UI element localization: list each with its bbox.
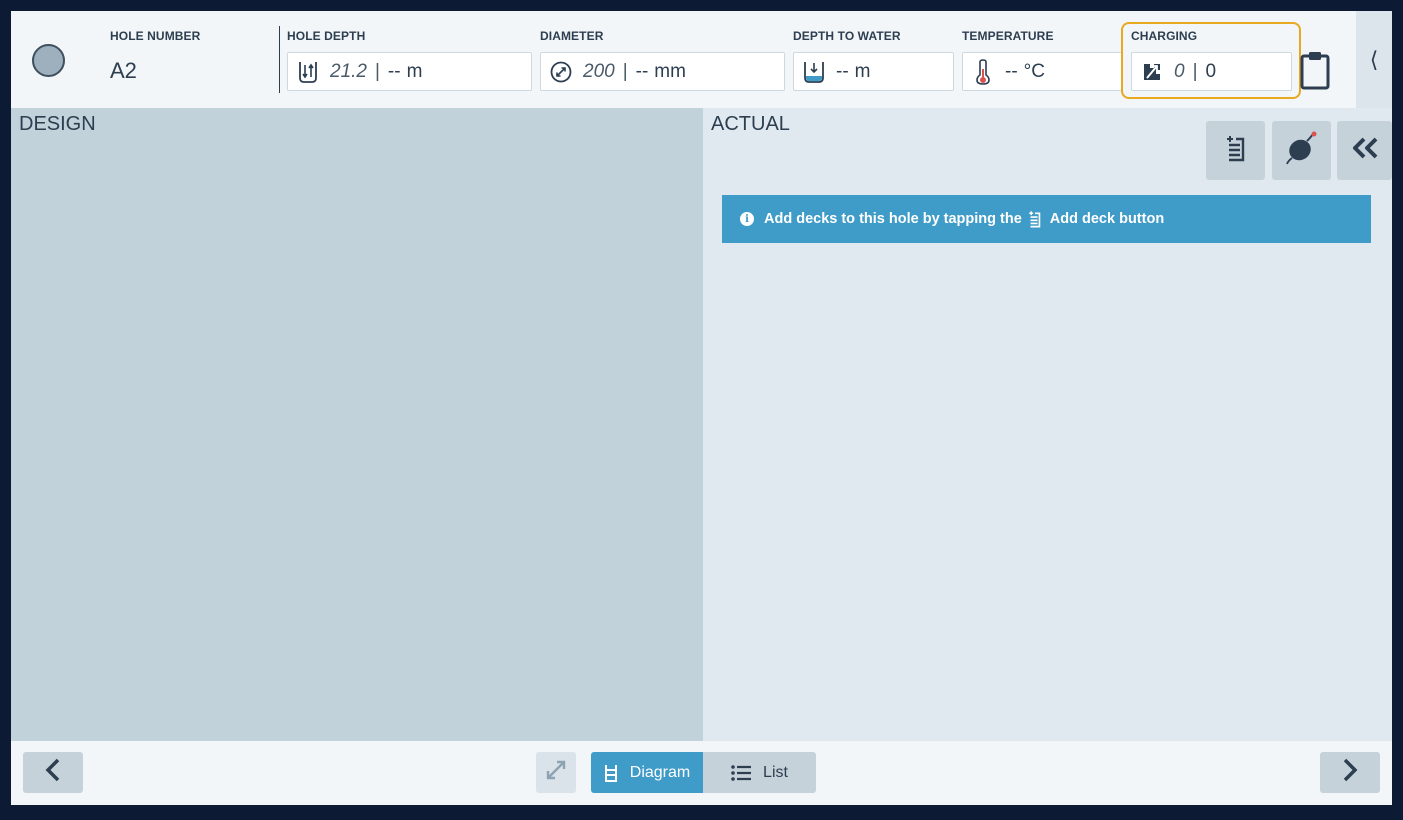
- add-deck-inline-icon: [1028, 209, 1042, 229]
- info-text-before: Add decks to this hole by tapping the: [764, 211, 1022, 227]
- add-deck-info-banner: i Add decks to this hole by tapping the …: [722, 195, 1371, 243]
- diameter-icon: [549, 60, 573, 84]
- diameter-field[interactable]: 200 | -- mm: [540, 52, 785, 91]
- info-text-after: Add deck button: [1049, 211, 1165, 227]
- next-hole-button[interactable]: [1320, 752, 1380, 793]
- tab-diagram[interactable]: Diagram: [591, 752, 703, 793]
- hole-depth-label: HOLE DEPTH: [287, 29, 366, 43]
- expand-icon: [545, 759, 567, 786]
- charging-planned: 0: [1174, 60, 1185, 82]
- tab-list-label: List: [763, 763, 788, 781]
- temperature-unit: °C: [1023, 60, 1045, 82]
- diameter-actual: --: [635, 60, 649, 82]
- temperature-value: --: [1005, 60, 1018, 82]
- value-separator: |: [374, 60, 380, 82]
- info-icon: i: [740, 212, 754, 226]
- chevron-left-icon: [44, 757, 62, 788]
- hole-number-label: HOLE NUMBER: [110, 29, 201, 43]
- hole-depth-field[interactable]: 21.2 | -- m: [287, 52, 532, 91]
- collapse-panel-button[interactable]: [1337, 121, 1392, 180]
- depth-to-water-unit: m: [854, 60, 871, 82]
- explosive-button[interactable]: [1272, 121, 1331, 180]
- temperature-field[interactable]: -- °C: [962, 52, 1123, 91]
- footer-bar: Diagram List: [11, 741, 1392, 805]
- hole-status-indicator: [32, 44, 65, 77]
- add-deck-icon: [1225, 134, 1247, 167]
- charging-label: CHARGING: [1131, 29, 1198, 43]
- hole-depth-icon: [296, 60, 320, 84]
- hole-depth-unit: m: [406, 60, 423, 82]
- charging-actual: 0: [1205, 60, 1217, 82]
- list-icon: [731, 764, 752, 781]
- side-panel-chevron-icon: ⟨: [1369, 46, 1379, 72]
- water-depth-icon: [802, 60, 826, 84]
- depth-to-water-value: --: [836, 60, 849, 82]
- header-divider: [279, 26, 280, 93]
- bomb-icon: [1285, 131, 1319, 170]
- actual-title: ACTUAL: [711, 113, 790, 135]
- chevron-right-icon: [1341, 757, 1359, 788]
- previous-hole-button[interactable]: [23, 752, 83, 793]
- value-separator: |: [622, 60, 628, 82]
- expand-button[interactable]: [536, 752, 576, 793]
- clipboard-icon[interactable]: [1298, 49, 1332, 91]
- charging-field[interactable]: 0 | 0: [1131, 52, 1292, 91]
- double-chevron-left-icon: [1350, 136, 1380, 165]
- diameter-planned: 200: [583, 60, 615, 82]
- actual-panel: ACTUAL i Add decks to this hole by tappi…: [703, 108, 1392, 741]
- value-separator: |: [1192, 60, 1198, 82]
- depth-to-water-field[interactable]: -- m: [793, 52, 954, 91]
- design-title: DESIGN: [19, 113, 96, 135]
- app-window: HOLE NUMBER A2 HOLE DEPTH 21.2 | -- m DI…: [11, 11, 1392, 805]
- diagram-icon: [604, 764, 618, 782]
- diameter-label: DIAMETER: [540, 29, 604, 43]
- depth-to-water-label: DEPTH TO WATER: [793, 29, 901, 43]
- add-deck-button[interactable]: [1206, 121, 1265, 180]
- temperature-label: TEMPERATURE: [962, 29, 1054, 43]
- charging-icon: [1140, 60, 1164, 84]
- hole-number-value: A2: [110, 58, 137, 83]
- thermometer-icon: [971, 58, 995, 85]
- hole-depth-planned: 21.2: [330, 60, 367, 82]
- hole-depth-actual: --: [387, 60, 401, 82]
- hole-header: HOLE NUMBER A2 HOLE DEPTH 21.2 | -- m DI…: [11, 11, 1356, 108]
- side-panel-toggle[interactable]: ⟨: [1356, 11, 1392, 108]
- tab-diagram-label: Diagram: [629, 763, 691, 781]
- tab-list[interactable]: List: [703, 752, 816, 793]
- design-panel: DESIGN: [11, 108, 703, 741]
- diameter-unit: mm: [654, 60, 686, 82]
